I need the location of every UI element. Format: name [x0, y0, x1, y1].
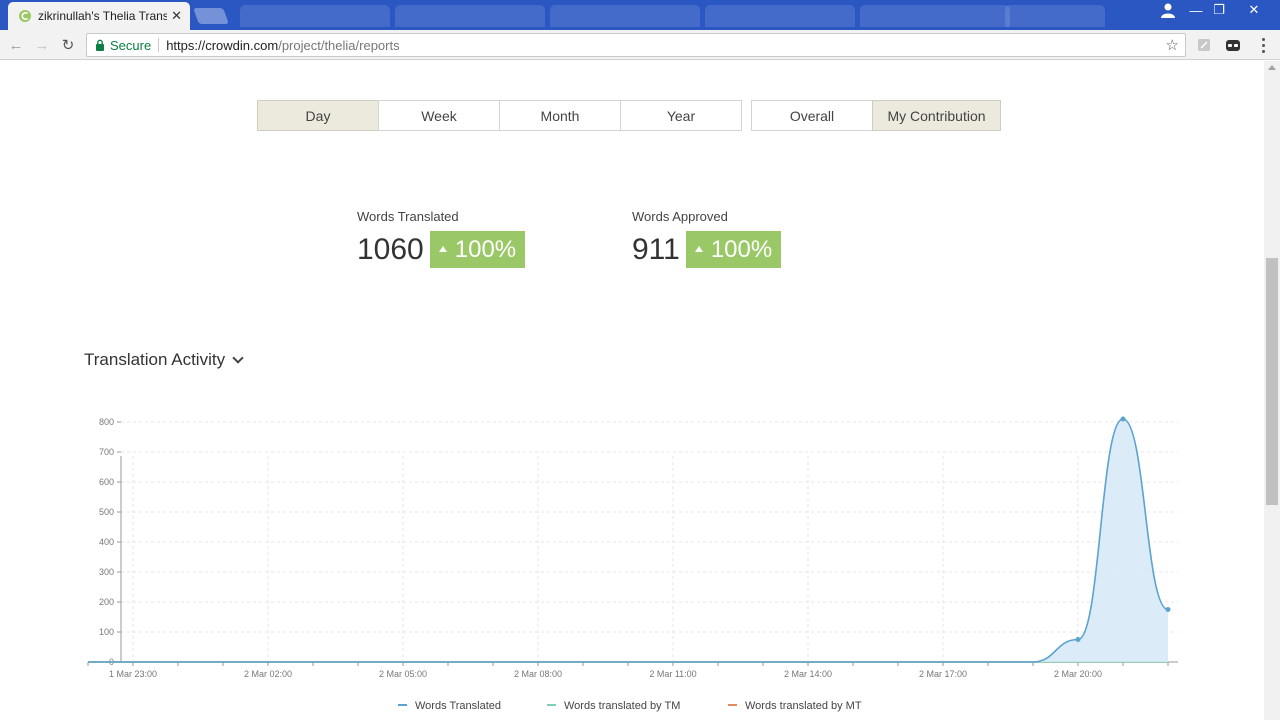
tab-close-icon[interactable]: ✕	[171, 8, 182, 24]
period-month-button[interactable]: Month	[499, 100, 621, 131]
x-tick-label: 2 Mar 11:00	[649, 669, 696, 679]
legend-label: Words Translated	[415, 700, 501, 712]
words-approved-value: 911	[632, 233, 680, 266]
crowdin-favicon-icon	[19, 10, 31, 22]
browser-tab-background[interactable]	[1005, 5, 1105, 27]
address-separator	[158, 38, 160, 52]
forward-arrow-icon[interactable]: →	[32, 35, 52, 55]
series-area-words-translated	[1033, 419, 1168, 662]
new-tab-button[interactable]	[193, 8, 229, 24]
legend-label: Words translated by MT	[745, 700, 862, 712]
scope-my-contribution-button[interactable]: My Contribution	[872, 100, 1001, 131]
up-arrow-icon	[694, 245, 703, 252]
translation-activity-title: Translation Activity	[84, 350, 226, 369]
lock-icon	[96, 39, 104, 51]
browser-tab-background[interactable]	[550, 5, 700, 27]
y-tick-label: 400	[99, 537, 114, 547]
y-tick-label: 600	[99, 477, 114, 487]
period-toggle-group: Day Week Month Year	[257, 100, 742, 131]
page-scrollbar[interactable]	[1264, 61, 1280, 720]
words-approved-change: 100%	[710, 235, 773, 263]
period-week-button[interactable]: Week	[378, 100, 500, 131]
words-approved-change-badge: 100%	[685, 231, 782, 268]
x-tick-label: 1 Mar 23:00	[109, 669, 157, 679]
browser-tab-background[interactable]	[395, 5, 545, 27]
restore-icon[interactable]: ❐	[1205, 0, 1233, 20]
close-window-icon[interactable]: ✕	[1240, 0, 1268, 20]
url-host: https://crowdin.com	[166, 37, 279, 53]
x-tick-label: 2 Mar 20:00	[1054, 669, 1102, 679]
translation-activity-dropdown[interactable]: Translation Activity	[84, 350, 244, 370]
secure-label: Secure	[110, 37, 152, 53]
legend-label: Words translated by TM	[564, 700, 680, 712]
browser-menu-icon[interactable]	[1258, 36, 1268, 54]
series-line-words-translated	[88, 418, 1169, 663]
x-tick-label: 2 Mar 17:00	[919, 669, 967, 679]
x-tick-label: 2 Mar 02:00	[244, 669, 292, 679]
scope-overall-button[interactable]: Overall	[751, 100, 873, 131]
words-translated-stat: Words Translated 1060 100%	[357, 209, 526, 268]
period-year-button[interactable]: Year	[620, 100, 742, 131]
back-arrow-icon[interactable]: ←	[6, 35, 26, 55]
words-approved-stat: Words Approved 911 100%	[632, 209, 782, 268]
scrollbar-thumb[interactable]	[1266, 258, 1278, 505]
translation-activity-chart: 01002003004005006007008001 Mar 23:00 2 Ma…	[87, 416, 1178, 712]
words-translated-value: 1060	[357, 233, 424, 266]
reports-page: Day Week Month Year Overall My Contribut…	[0, 61, 1264, 720]
incognito-extension-icon[interactable]	[1225, 37, 1241, 53]
period-day-button[interactable]: Day	[257, 100, 379, 131]
y-tick-label: 500	[99, 507, 114, 517]
browser-tab-active[interactable]: zikrinullah's Thelia Transl ✕	[8, 2, 190, 30]
y-tick-label: 300	[99, 567, 114, 577]
x-tick-label: 2 Mar 08:00	[514, 669, 562, 679]
browser-tab-background[interactable]	[860, 5, 1010, 27]
chevron-down-icon	[232, 351, 244, 364]
url-path: /project/thelia/reports	[278, 37, 400, 53]
x-tick-label: 2 Mar 05:00	[379, 669, 427, 679]
data-point	[1120, 416, 1126, 422]
user-profile-icon[interactable]	[1158, 2, 1178, 18]
y-tick-label: 800	[99, 417, 114, 427]
browser-tab-bar: zikrinullah's Thelia Transl ✕ — ❐ ✕	[0, 0, 1280, 30]
words-approved-label: Words Approved	[632, 209, 728, 224]
words-translated-change: 100%	[454, 235, 517, 263]
reload-icon[interactable]: ↻	[58, 35, 78, 55]
scope-toggle-group: Overall My Contribution	[751, 100, 1001, 131]
tab-title: zikrinullah's Thelia Transl	[38, 9, 168, 23]
data-point	[1165, 607, 1171, 612]
words-translated-label: Words Translated	[357, 209, 459, 224]
scroll-up-arrow-icon[interactable]	[1268, 65, 1276, 70]
browser-toolbar: ← → ↻ Secure https://crowdin.com/project…	[0, 30, 1280, 60]
x-tick-label: 2 Mar 14:00	[784, 669, 832, 679]
y-tick-label: 700	[99, 447, 114, 457]
up-arrow-icon	[438, 245, 447, 252]
y-tick-label: 100	[99, 627, 114, 637]
y-tick-label: 200	[99, 597, 114, 607]
address-bar[interactable]: Secure https://crowdin.com/project/theli…	[86, 33, 1186, 57]
extension-icon[interactable]	[1196, 37, 1212, 53]
data-point	[1075, 637, 1081, 642]
browser-tab-background[interactable]	[705, 5, 855, 27]
browser-tab-background[interactable]	[240, 5, 390, 27]
words-translated-change-badge: 100%	[429, 231, 526, 268]
bookmark-star-icon[interactable]: ☆	[1166, 36, 1179, 54]
